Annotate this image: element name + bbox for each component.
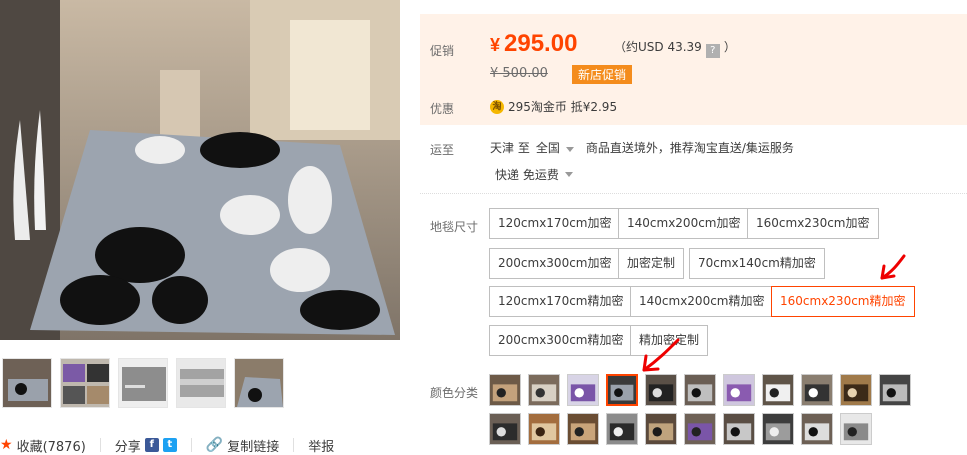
color-swatch[interactable]: [567, 413, 599, 445]
size-option[interactable]: 200cmx300cm加密: [489, 248, 621, 279]
main-product-image[interactable]: [0, 0, 400, 340]
size-option[interactable]: 160cmx230cm加密: [747, 208, 879, 239]
thumbnail[interactable]: [2, 358, 52, 408]
thumbnail[interactable]: [118, 358, 168, 408]
favorite-label: 收藏(7876): [16, 439, 86, 455]
color-swatch-selected[interactable]: [606, 374, 638, 406]
size-label: 地毯尺寸: [430, 220, 479, 234]
ship-to-label: 运至: [430, 143, 455, 157]
price-panel: 促销 ¥295.00 （约USD 43.39?） ¥ 500.00 新店促销 优…: [420, 14, 967, 125]
shipping-row: 天津 至 全国 商品直送境外，推荐淘宝直送/集运服务: [490, 139, 794, 156]
section-divider: [420, 193, 967, 194]
usd-approx-close: ）: [723, 40, 736, 54]
divider: [293, 438, 295, 452]
color-swatch[interactable]: [489, 413, 521, 445]
size-option[interactable]: 120cmx170cm精加密: [489, 286, 633, 317]
action-bar: ★ 收藏(7876) 分享 f t 🔗 复制链接 举报: [0, 434, 400, 455]
annotation-arrow-icon: [642, 338, 680, 372]
size-option-selected[interactable]: 160cmx230cm精加密: [771, 286, 915, 317]
price-value: 295.00: [504, 30, 578, 57]
new-store-promo-badge: 新店促销: [572, 65, 633, 84]
promo-price-label: 促销: [430, 44, 455, 58]
usd-approx: （约USD 43.39?）: [614, 38, 736, 58]
divider: [99, 438, 101, 452]
color-swatch[interactable]: [801, 413, 833, 445]
star-icon: ★: [0, 437, 13, 453]
color-label: 颜色分类: [430, 386, 479, 400]
thumbnail[interactable]: [234, 358, 284, 408]
original-price: ¥ 500.00: [490, 66, 548, 81]
size-option[interactable]: 70cmx140cm精加密: [689, 248, 825, 279]
thumbnail[interactable]: [176, 358, 226, 408]
share-label: 分享: [114, 439, 141, 455]
rug-photo: [0, 0, 400, 340]
favorite-button[interactable]: ★ 收藏(7876): [0, 436, 86, 455]
ship-from: 天津 至: [490, 141, 530, 155]
ship-destination: 全国: [535, 141, 560, 155]
help-icon[interactable]: ?: [705, 44, 720, 58]
color-swatch[interactable]: [801, 374, 833, 406]
color-swatch[interactable]: [840, 413, 872, 445]
color-swatch[interactable]: [606, 413, 638, 445]
chevron-down-icon: [565, 147, 574, 152]
color-swatch[interactable]: [723, 374, 755, 406]
usd-approx-text: （约USD 43.39: [614, 40, 702, 54]
color-swatch[interactable]: [684, 374, 716, 406]
chevron-down-icon: [564, 172, 573, 177]
shipping-service-text: 商品直送境外，推荐淘宝直送/集运服务: [585, 141, 794, 155]
shipping-method: 快递 免运费: [495, 168, 559, 182]
shipping-method-select[interactable]: 快递 免运费: [495, 166, 579, 183]
thumbnail[interactable]: [60, 358, 110, 408]
size-option[interactable]: 加密定制: [618, 248, 685, 279]
twitter-icon[interactable]: t: [162, 438, 177, 452]
color-swatch[interactable]: [762, 413, 794, 445]
size-option[interactable]: 200cmx300cm精加密: [489, 325, 633, 356]
color-swatch[interactable]: [489, 374, 521, 406]
color-swatch[interactable]: [762, 374, 794, 406]
taobao-coin-offer: 淘 295淘金币 抵¥2.95: [490, 98, 617, 115]
coin-text: 295淘金币 抵¥2.95: [508, 100, 618, 114]
color-swatch[interactable]: [879, 374, 911, 406]
color-swatch[interactable]: [567, 374, 599, 406]
report-link[interactable]: 举报: [308, 436, 334, 455]
copy-link-button[interactable]: 复制链接: [227, 436, 279, 455]
current-price: ¥295.00: [490, 30, 577, 58]
divider: [190, 438, 192, 452]
currency-symbol: ¥: [490, 35, 501, 55]
size-option[interactable]: 140cmx200cm加密: [618, 208, 750, 239]
color-swatch[interactable]: [684, 413, 716, 445]
size-option[interactable]: 140cmx200cm精加密: [630, 286, 774, 317]
coin-icon: 淘: [490, 99, 504, 114]
size-option[interactable]: 120cmx170cm加密: [489, 208, 621, 239]
annotation-arrow-icon: [880, 254, 906, 280]
color-swatch[interactable]: [528, 374, 560, 406]
color-swatch[interactable]: [840, 374, 872, 406]
thumbnail-strip: [2, 358, 284, 408]
facebook-icon[interactable]: f: [144, 438, 159, 452]
ship-destination-select[interactable]: 全国: [536, 139, 580, 156]
link-icon: 🔗: [205, 437, 224, 453]
color-swatch[interactable]: [645, 374, 677, 406]
color-swatch[interactable]: [528, 413, 560, 445]
discount-label: 优惠: [430, 102, 455, 116]
color-swatch[interactable]: [645, 413, 677, 445]
color-swatch[interactable]: [723, 413, 755, 445]
